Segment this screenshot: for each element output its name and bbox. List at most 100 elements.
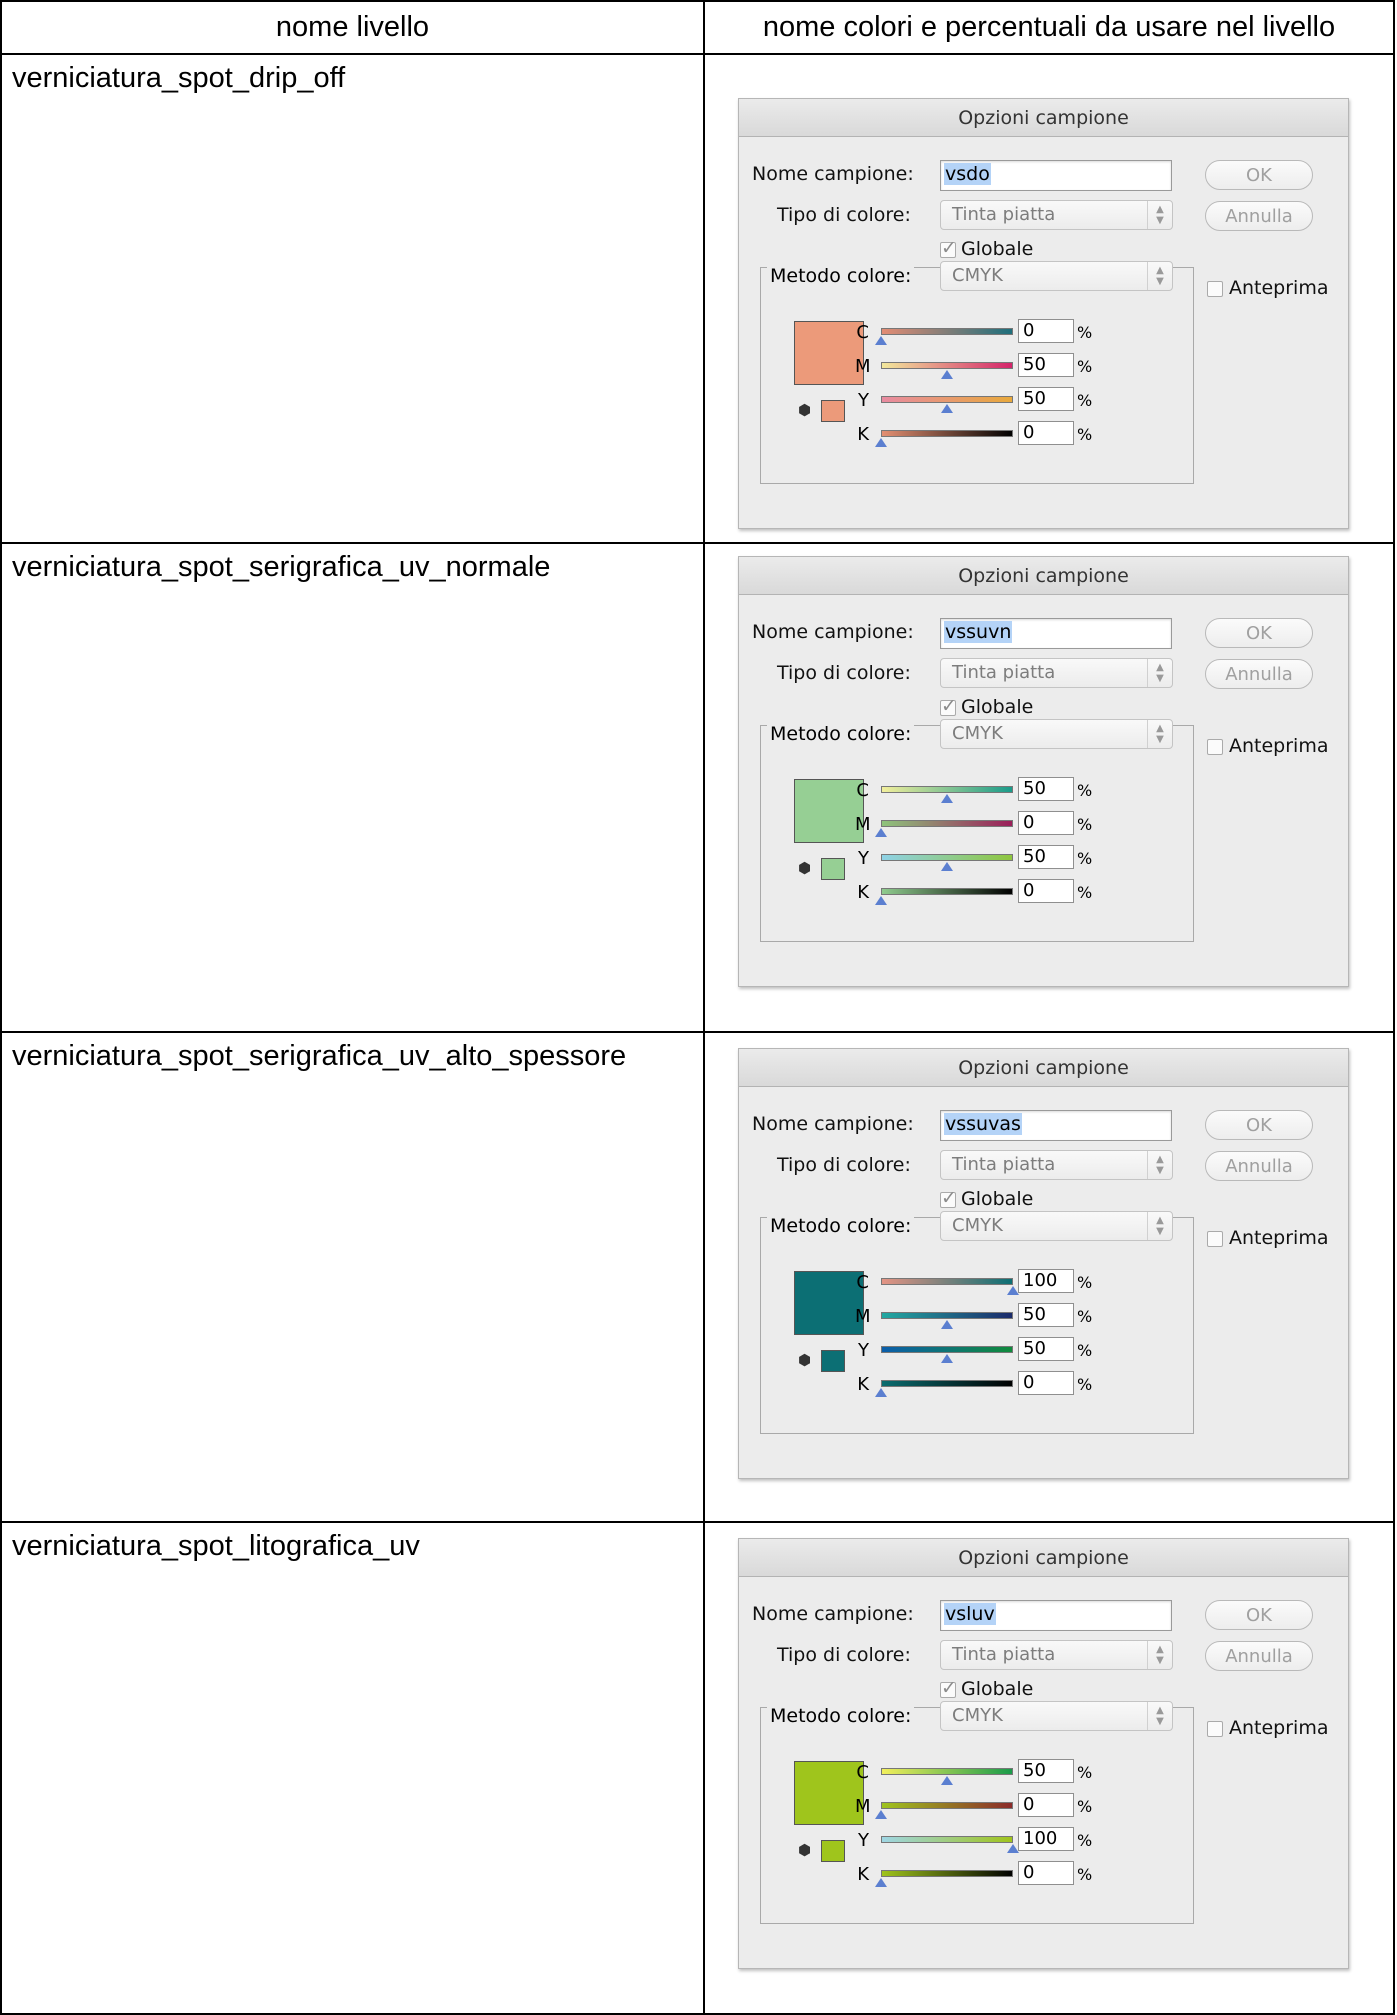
percent-sign: % [1077,815,1093,834]
percent-sign: % [1077,883,1093,902]
channel-slider-y[interactable] [881,1346,1013,1353]
global-checkbox[interactable]: ✓ [940,695,957,717]
channel-slider-m[interactable] [881,1802,1013,1809]
channel-slider-k[interactable] [881,1380,1013,1387]
slider-thumb[interactable] [875,336,887,345]
channel-slider-m[interactable] [881,820,1013,827]
dialog-title: Opzioni campione [739,1049,1348,1087]
color-type-select[interactable]: Tinta piatta ▲ ▼ [940,1640,1173,1670]
channel-slider-k[interactable] [881,1870,1013,1877]
ok-button[interactable]: OK [1205,160,1313,190]
slider-thumb[interactable] [941,1320,953,1329]
slider-thumb[interactable] [941,370,953,379]
slider-thumb[interactable] [941,794,953,803]
slider-thumb[interactable] [875,1878,887,1887]
slider-thumb[interactable] [875,896,887,905]
cancel-button[interactable]: Annulla [1205,1151,1313,1181]
cancel-button[interactable]: Annulla [1205,201,1313,231]
channel-slider-c[interactable] [881,1278,1013,1285]
global-label: Globale [961,1678,1034,1700]
channel-value-input-y[interactable]: 100 [1018,1827,1074,1851]
ok-button[interactable]: OK [1205,618,1313,648]
preview-checkbox[interactable] [1207,739,1223,755]
global-checkbox[interactable]: ✓ [940,237,957,259]
channel-value-input-k[interactable]: 0 [1018,421,1074,445]
swatch-options-dialog: Opzioni campione Nome campione: vssuvas … [738,1048,1349,1479]
cancel-button[interactable]: Annulla [1205,1641,1313,1671]
color-type-label: Tipo di colore: [777,1154,911,1176]
swatch-name-input[interactable]: vssuvas [940,1110,1172,1141]
swatch-preview-small[interactable] [821,1350,845,1372]
slider-thumb[interactable] [941,1776,953,1785]
channel-slider-y[interactable] [881,854,1013,861]
color-type-label: Tipo di colore: [777,662,911,684]
slider-thumb[interactable] [875,438,887,447]
global-label: Globale [961,1188,1034,1210]
channel-value-input-y[interactable]: 50 [1018,845,1074,869]
channel-value-input-m[interactable]: 50 [1018,353,1074,377]
swatch-preview-large [794,1271,864,1335]
swatch-name-input[interactable]: vsdo [940,160,1172,191]
swatch-preview-large [794,1761,864,1825]
color-mode-value: CMYK [952,1705,1003,1726]
swatch-preview-small[interactable] [821,1840,845,1862]
channel-value-input-c[interactable]: 0 [1018,319,1074,343]
color-mode-select[interactable]: CMYK ▲ ▼ [940,261,1173,291]
channel-slider-c[interactable] [881,328,1013,335]
color-mode-select[interactable]: CMYK ▲ ▼ [940,1211,1173,1241]
swatch-name-input[interactable]: vsluv [940,1600,1172,1631]
channel-slider-k[interactable] [881,430,1013,437]
slider-thumb[interactable] [875,1388,887,1397]
channel-slider-c[interactable] [881,786,1013,793]
channel-slider-m[interactable] [881,362,1013,369]
swatch-preview-small[interactable] [821,858,845,880]
color-mode-label: Metodo colore: [767,1215,915,1237]
out-of-gamut-cube-icon[interactable]: ⬢ [798,1351,811,1369]
slider-thumb[interactable] [941,1354,953,1363]
preview-checkbox[interactable] [1207,1231,1223,1247]
out-of-gamut-cube-icon[interactable]: ⬢ [798,1841,811,1859]
slider-thumb[interactable] [941,404,953,413]
color-mode-select[interactable]: CMYK ▲ ▼ [940,719,1173,749]
swatch-preview-small[interactable] [821,400,845,422]
channel-value-input-y[interactable]: 50 [1018,387,1074,411]
swatch-preview-large [794,321,864,385]
swatch-options-dialog: Opzioni campione Nome campione: vsluv OK… [738,1538,1349,1969]
channel-value-input-c[interactable]: 50 [1018,777,1074,801]
channel-slider-y[interactable] [881,1836,1013,1843]
ok-button[interactable]: OK [1205,1600,1313,1630]
preview-checkbox[interactable] [1207,1721,1223,1737]
percent-sign: % [1077,425,1093,444]
slider-thumb[interactable] [875,1810,887,1819]
slider-thumb[interactable] [941,862,953,871]
channel-slider-c[interactable] [881,1768,1013,1775]
channel-value-input-c[interactable]: 50 [1018,1759,1074,1783]
channel-value-input-c[interactable]: 100 [1018,1269,1074,1293]
channel-value-input-k[interactable]: 0 [1018,1371,1074,1395]
out-of-gamut-cube-icon[interactable]: ⬢ [798,859,811,877]
channel-slider-m[interactable] [881,1312,1013,1319]
channel-value-input-y[interactable]: 50 [1018,1337,1074,1361]
out-of-gamut-cube-icon[interactable]: ⬢ [798,401,811,419]
cancel-button[interactable]: Annulla [1205,659,1313,689]
color-type-select[interactable]: Tinta piatta ▲ ▼ [940,658,1173,688]
global-checkbox[interactable]: ✓ [940,1187,957,1209]
color-type-value: Tinta piatta [952,204,1056,225]
slider-thumb[interactable] [875,828,887,837]
ok-button[interactable]: OK [1205,1110,1313,1140]
channel-slider-k[interactable] [881,888,1013,895]
channel-value-input-k[interactable]: 0 [1018,1861,1074,1885]
color-type-value: Tinta piatta [952,1644,1056,1665]
preview-checkbox[interactable] [1207,281,1223,297]
percent-sign: % [1077,323,1093,342]
channel-value-input-m[interactable]: 0 [1018,1793,1074,1817]
global-checkbox[interactable]: ✓ [940,1677,957,1699]
swatch-name-input[interactable]: vssuvn [940,618,1172,649]
channel-value-input-m[interactable]: 50 [1018,1303,1074,1327]
color-type-select[interactable]: Tinta piatta ▲ ▼ [940,1150,1173,1180]
color-mode-select[interactable]: CMYK ▲ ▼ [940,1701,1173,1731]
channel-value-input-k[interactable]: 0 [1018,879,1074,903]
channel-slider-y[interactable] [881,396,1013,403]
color-type-select[interactable]: Tinta piatta ▲ ▼ [940,200,1173,230]
channel-value-input-m[interactable]: 0 [1018,811,1074,835]
